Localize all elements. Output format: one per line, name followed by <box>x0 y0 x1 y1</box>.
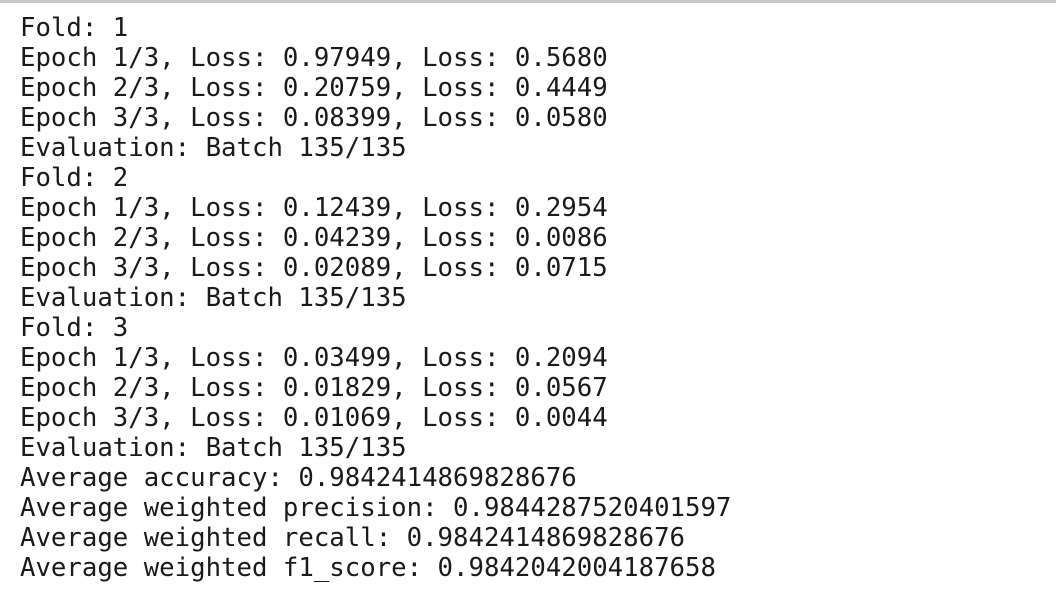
console-output: Fold: 1 Epoch 1/3, Loss: 0.97949, Loss: … <box>20 13 731 583</box>
average-precision-line: Average weighted precision: 0.9844287520… <box>20 493 732 523</box>
epoch-log-line: Epoch 2/3, Loss: 0.20759, Loss: 0.4449 <box>20 73 608 103</box>
fold-header: Fold: 2 <box>20 163 129 193</box>
average-f1-score-line: Average weighted f1_score: 0.98420420041… <box>20 553 716 583</box>
average-accuracy-line: Average accuracy: 0.9842414869828676 <box>20 463 577 493</box>
epoch-log-line: Epoch 2/3, Loss: 0.01829, Loss: 0.0567 <box>20 373 608 403</box>
evaluation-line: Evaluation: Batch 135/135 <box>20 283 407 313</box>
epoch-log-line: Epoch 2/3, Loss: 0.04239, Loss: 0.0086 <box>20 223 608 253</box>
fold-header: Fold: 1 <box>20 13 129 43</box>
evaluation-line: Evaluation: Batch 135/135 <box>20 433 407 463</box>
epoch-log-line: Epoch 3/3, Loss: 0.02089, Loss: 0.0715 <box>20 253 608 283</box>
average-recall-line: Average weighted recall: 0.9842414869828… <box>20 523 686 553</box>
epoch-log-line: Epoch 1/3, Loss: 0.03499, Loss: 0.2094 <box>20 343 608 373</box>
epoch-log-line: Epoch 3/3, Loss: 0.01069, Loss: 0.0044 <box>20 403 608 433</box>
epoch-log-line: Epoch 3/3, Loss: 0.08399, Loss: 0.0580 <box>20 103 608 133</box>
output-top-border <box>0 0 1056 3</box>
fold-header: Fold: 3 <box>20 313 129 343</box>
epoch-log-line: Epoch 1/3, Loss: 0.12439, Loss: 0.2954 <box>20 193 608 223</box>
evaluation-line: Evaluation: Batch 135/135 <box>20 133 407 163</box>
epoch-log-line: Epoch 1/3, Loss: 0.97949, Loss: 0.5680 <box>20 43 608 73</box>
